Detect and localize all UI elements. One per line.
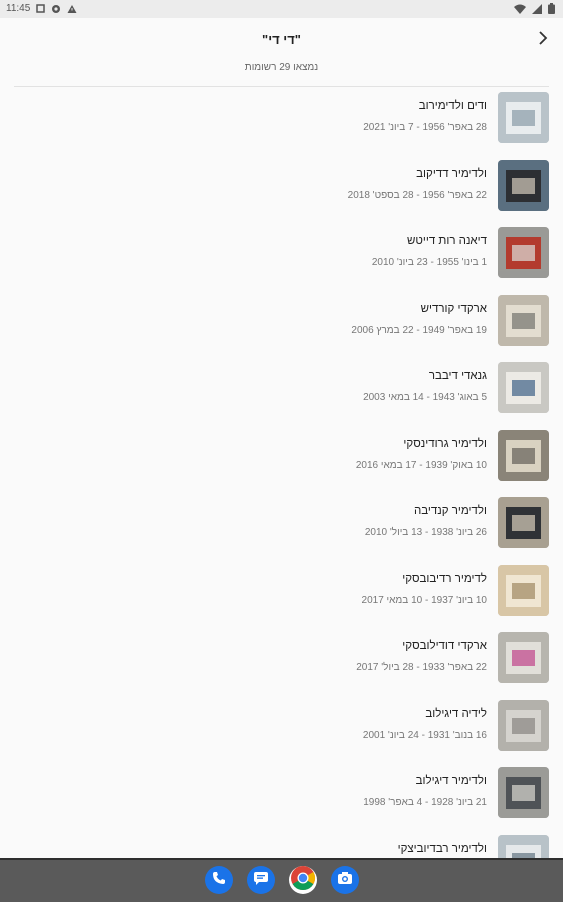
results-list[interactable]: ודים ולדימירוב 28 באפר' 1956 - 7 ביונ' 20… [0,92,563,858]
life-dates: 26 ביונ' 1938 - 13 ביול' 2010 [364,527,487,538]
wifi-icon [514,4,526,14]
life-dates: 21 ביונ' 1928 - 4 באפר' 1998 [363,797,487,808]
nav-bar [0,858,563,902]
list-item[interactable]: ודים ולדימירוב 28 באפר' 1956 - 7 ביונ' 20… [0,92,563,146]
deceased-name: ארקדי קורדיש [420,302,487,315]
list-item[interactable]: ארקדי דודילובסקי 22 באפר' 1933 - 28 ביול'… [0,632,563,686]
list-item[interactable]: גנאדי דיבבר 5 באוג' 1943 - 14 במאי 2003 [0,362,563,416]
camera-app-button[interactable] [330,866,359,894]
page-title: "די די" [262,32,301,47]
list-item[interactable]: ולדימיר גרודינסקי 10 באוק' 1939 - 17 במאי… [0,429,563,484]
list-item[interactable]: לדימיר רדיבובסקי 10 ביונ' 1937 - 10 במאי … [0,564,563,619]
deceased-name: ולדימיר גרודינסקי [403,437,487,450]
notification-chat-icon [51,4,61,14]
list-item[interactable]: ולדימיר רבדיוביצקי [0,834,563,858]
list-item[interactable]: ארקדי קורדיש 19 באפר' 1949 - 22 במרץ 2006 [0,294,563,349]
deceased-name: דיאנה רות דייטש [406,235,487,247]
notification-square-icon [36,4,46,13]
messages-app-button[interactable] [246,866,275,894]
deceased-name: ולדימיר דדיקוב [416,167,487,180]
chevron-right-icon [538,30,548,50]
life-dates: 1 בינו' 1955 - 23 ביונ' 2010 [371,257,487,268]
battery-icon [548,3,555,14]
list-item[interactable]: דיאנה רות דייטש 1 בינו' 1955 - 23 ביונ' 2… [0,227,563,281]
app-header: "די די" נמצאו 29 רשומות [0,18,563,86]
life-dates: 28 באפר' 1956 - 7 ביונ' 2021 [363,122,487,133]
list-item[interactable]: ולדימיר דדיקוב 22 באפר' 1956 - 28 בספט' 2… [0,159,563,214]
camera-icon [337,871,353,890]
life-dates: 22 באפר' 1956 - 28 בספט' 2018 [347,189,487,201]
results-count: נמצאו 29 רשומות [244,62,319,73]
phone-icon [212,871,226,890]
life-dates: 19 באפר' 1949 - 22 במרץ 2006 [351,324,487,336]
grave-photo [498,362,549,413]
grave-photo [498,699,549,751]
deceased-name: ולדימיר דיגילוב [415,775,487,787]
grave-photo [498,159,549,211]
deceased-name: ולדימיר קנדיבה [414,505,487,517]
grave-photo [498,564,549,616]
deceased-name: לדימיר רדיבובסקי [402,572,487,585]
list-item[interactable]: לידיה דיגילוב 16 בנוב' 1931 - 24 ביונ' 20… [0,699,563,754]
deceased-name: ודים ולדימירוב [418,100,487,112]
grave-photo [498,429,549,481]
deceased-name: גנאדי דיבבר [428,370,487,382]
app-dock [0,865,563,896]
list-item[interactable]: ולדימיר קנדיבה 26 ביונ' 1938 - 13 ביול' 2… [0,497,563,551]
life-dates: 5 באוג' 1943 - 14 במאי 2003 [363,392,487,403]
life-dates: 16 בנוב' 1931 - 24 ביונ' 2001 [362,729,487,741]
grave-photo [498,834,549,858]
grave-photo [498,294,549,346]
list-item[interactable]: ולדימיר דיגילוב 21 ביונ' 1928 - 4 באפר' 1… [0,767,563,821]
chrome-icon [290,865,316,896]
phone-app-button[interactable] [204,866,233,894]
grave-photo [498,767,549,818]
grave-photo [498,227,549,278]
warning-icon [67,4,77,14]
life-dates: 10 ביונ' 1937 - 10 במאי 2017 [361,594,487,606]
signal-icon [532,3,542,14]
deceased-name: ולדימיר רבדיוביצקי [397,842,487,855]
grave-photo [498,632,549,683]
status-bar: 11:45 [0,0,563,18]
deceased-name: ארקדי דודילובסקי [402,640,487,652]
grave-photo [498,497,549,548]
grave-photo [498,92,549,143]
back-button[interactable] [533,30,553,50]
life-dates: 22 באפר' 1933 - 28 ביול' 2017 [356,662,487,673]
life-dates: 10 באוק' 1939 - 17 במאי 2016 [355,459,487,471]
header-divider [14,86,549,87]
chrome-app-button[interactable] [288,865,317,896]
deceased-name: לידיה דיגילוב [425,707,487,720]
messages-icon [253,871,269,890]
status-time: 11:45 [6,3,31,14]
